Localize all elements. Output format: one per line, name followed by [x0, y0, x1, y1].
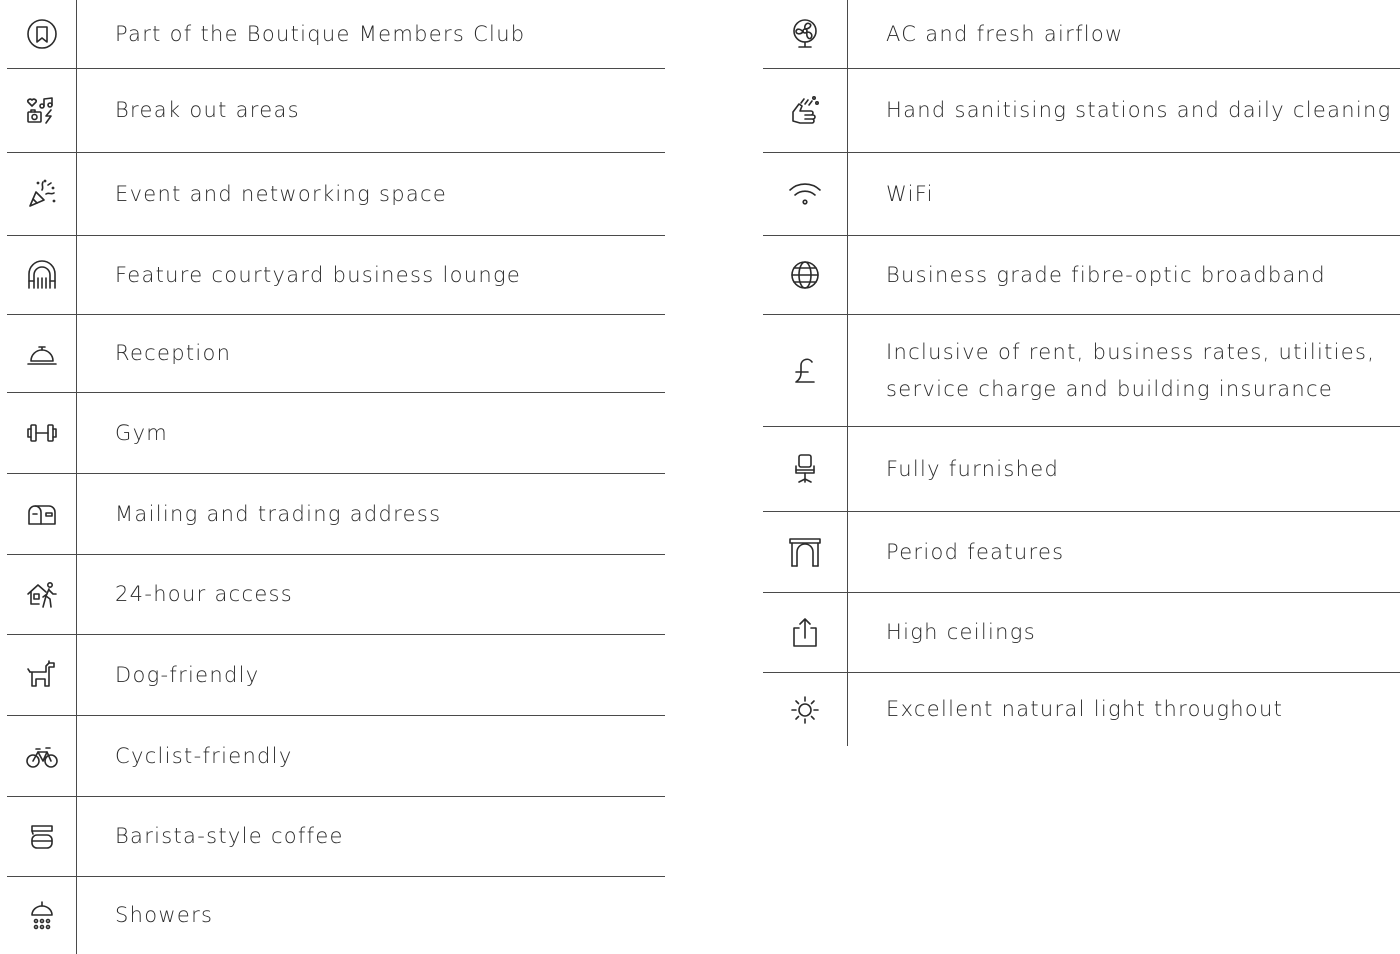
- list-item: AC and fresh airflow: [763, 0, 1400, 69]
- list-item-label: Dog-friendly: [115, 662, 260, 687]
- list-item-label: Cyclist-friendly: [115, 743, 293, 768]
- amenities-list-left: Part of the Boutique Members Club Break …: [7, 0, 665, 954]
- list-item-label: Reception: [115, 341, 232, 365]
- bicycle-icon: [7, 716, 77, 796]
- courtyard-arch-icon: [7, 236, 77, 314]
- list-item-label: Mailing and trading address: [115, 501, 442, 526]
- house-walking-person-icon: [7, 555, 77, 634]
- list-item-label: Break out areas: [115, 98, 300, 122]
- list-item-label: Part of the Boutique Members Club: [115, 21, 526, 46]
- list-item-label: Period features: [886, 539, 1065, 564]
- list-item-label: Gym: [115, 420, 169, 445]
- list-item-label-line: service charge and building insurance: [886, 376, 1334, 401]
- list-item: High ceilings: [763, 593, 1400, 673]
- list-item: Inclusive of rent, business rates, utili…: [763, 315, 1400, 427]
- party-popper-icon: [7, 153, 77, 235]
- members-club-icon: [7, 0, 77, 68]
- list-item: Gym: [7, 393, 665, 474]
- list-item: Feature courtyard business lounge: [7, 236, 665, 315]
- list-item: Barista-style coffee: [7, 797, 665, 877]
- pound-icon: [763, 315, 848, 426]
- list-item: WiFi: [763, 153, 1400, 236]
- list-item-label: High ceilings: [886, 620, 1036, 644]
- sun-icon: [763, 673, 848, 746]
- dog-icon: [7, 635, 77, 715]
- dumbbell-icon: [7, 393, 77, 473]
- list-item: Cyclist-friendly: [7, 716, 665, 797]
- fan-icon: [763, 0, 848, 68]
- office-chair-icon: [763, 427, 848, 511]
- list-item-label: Inclusive of rent, business rates, utili…: [848, 315, 1400, 426]
- list-item-label: 24-hour access: [115, 582, 294, 606]
- reception-bell-icon: [7, 315, 77, 392]
- mailbox-icon: [7, 474, 77, 554]
- list-item: Showers: [7, 877, 665, 954]
- list-item: Part of the Boutique Members Club: [7, 0, 665, 69]
- list-item: Fully furnished: [763, 427, 1400, 512]
- list-item: 24-hour access: [7, 555, 665, 635]
- fireplace-icon: [763, 512, 848, 592]
- list-item: Excellent natural light throughout: [763, 673, 1400, 746]
- list-item-label: Fully furnished: [886, 456, 1060, 481]
- breakout-areas-icon: [7, 69, 77, 152]
- list-item-label: WiFi: [886, 181, 934, 206]
- globe-icon: [763, 236, 848, 314]
- coffee-machine-icon: [7, 797, 77, 876]
- list-item: Break out areas: [7, 69, 665, 153]
- list-item-label: Event and networking space: [115, 181, 448, 206]
- list-item-label: Hand sanitising stations and daily clean…: [886, 98, 1392, 122]
- list-item-label-line: Inclusive of rent, business rates, utili…: [886, 339, 1376, 364]
- list-item-label: Excellent natural light throughout: [886, 697, 1284, 721]
- list-item: Event and networking space: [7, 153, 665, 236]
- shower-icon: [7, 877, 77, 954]
- list-item-label: Barista-style coffee: [115, 824, 344, 848]
- amenities-list-right: AC and fresh airflow Hand sanitising sta…: [763, 0, 1400, 746]
- list-item-label: Business grade fibre-optic broadband: [886, 262, 1326, 287]
- list-item-label: AC and fresh airflow: [886, 21, 1124, 46]
- list-item: Business grade fibre-optic broadband: [763, 236, 1400, 315]
- list-item: Mailing and trading address: [7, 474, 665, 555]
- wifi-icon: [763, 153, 848, 235]
- list-item: Reception: [7, 315, 665, 393]
- list-item: Period features: [763, 512, 1400, 593]
- list-item: Hand sanitising stations and daily clean…: [763, 69, 1400, 153]
- list-item: Dog-friendly: [7, 635, 665, 716]
- list-item-label: Showers: [115, 903, 214, 927]
- list-item-label: Feature courtyard business lounge: [115, 262, 522, 287]
- high-ceiling-arrow-icon: [763, 593, 848, 672]
- hand-wash-icon: [763, 69, 848, 152]
